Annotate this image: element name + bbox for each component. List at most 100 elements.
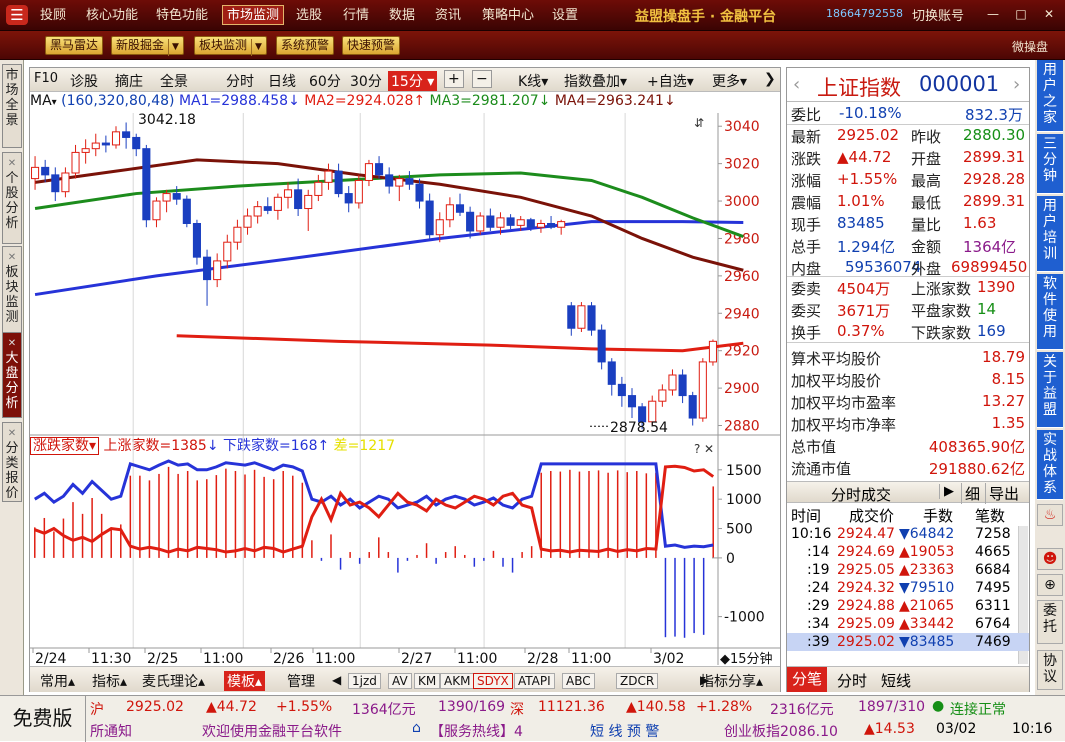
f10-button[interactable]: F10 bbox=[34, 71, 58, 86]
menu-data[interactable]: 数据 bbox=[385, 6, 419, 26]
close-icon[interactable]: ✕ bbox=[3, 250, 21, 265]
app-logo-icon[interactable]: ☰ bbox=[6, 5, 28, 25]
home-icon[interactable]: ⌂ bbox=[412, 720, 421, 736]
period-15min[interactable]: 15分 ▾ bbox=[388, 71, 438, 91]
tick-row[interactable]: :24 2924.32 ▼79510 7495 bbox=[787, 579, 1029, 597]
menu-quotes[interactable]: 行情 bbox=[339, 6, 373, 26]
zhaizhuang-button[interactable]: 摘庄 bbox=[115, 71, 143, 91]
ma-prefix[interactable]: MA bbox=[30, 93, 52, 109]
software-usage-link[interactable]: 软件使用 bbox=[1037, 274, 1063, 350]
tab-short-term[interactable]: 短线 bbox=[881, 670, 911, 691]
notice-label[interactable]: 所通知 bbox=[90, 721, 132, 741]
play-icon[interactable]: ▶ bbox=[939, 484, 954, 499]
tab-common[interactable]: 常用▴ bbox=[40, 671, 75, 691]
period-60min[interactable]: 60分 bbox=[309, 71, 341, 91]
export-button[interactable]: 导出 bbox=[985, 483, 1019, 504]
tick-row[interactable]: :19 2925.05 ▲23363 6684 bbox=[787, 561, 1029, 579]
tick-title[interactable]: 分时成交 bbox=[831, 484, 891, 505]
practice-system-link[interactable]: 实战体系 bbox=[1037, 430, 1063, 500]
prev-stock-icon[interactable]: ‹ bbox=[793, 74, 800, 95]
tab-stock-analysis[interactable]: ✕ 个股分析 bbox=[2, 152, 22, 244]
tick-row[interactable]: :14 2924.69 ▲19053 4665 bbox=[787, 543, 1029, 561]
zoom-in-button[interactable]: + bbox=[444, 70, 464, 88]
about-yimeng-link[interactable]: 关于益盟 bbox=[1037, 352, 1063, 428]
tab-km[interactable]: KM bbox=[414, 673, 441, 689]
tick-row[interactable]: :34 2925.09 ▲33442 6764 bbox=[787, 615, 1029, 633]
minimize-icon[interactable]: — bbox=[986, 7, 1000, 21]
menu-news[interactable]: 资讯 bbox=[431, 6, 465, 26]
tab-indicator-share[interactable]: 指标分享▴ bbox=[700, 671, 763, 691]
dark-horse-radar-button[interactable]: 黑马雷达 bbox=[45, 36, 104, 55]
system-alert-button[interactable]: 系统预警 bbox=[276, 36, 335, 55]
tab-market-analysis[interactable]: ✕ 大盘分析 bbox=[2, 332, 22, 418]
tab-intraday[interactable]: 分时 bbox=[837, 670, 867, 691]
tick-row[interactable]: 10:16 2924.47 ▼64842 7258 bbox=[787, 525, 1029, 543]
watchlist-dropdown[interactable]: +自选▾ bbox=[647, 71, 694, 91]
scroll-left-icon[interactable]: ◀ bbox=[332, 673, 341, 687]
chevron-down-icon[interactable]: ▼ bbox=[168, 39, 179, 56]
free-version-label[interactable]: 免费版 bbox=[0, 696, 86, 742]
menu-market-monitor[interactable]: 市场监测 bbox=[222, 5, 285, 25]
candle-body bbox=[314, 181, 323, 196]
short-term-alert[interactable]: 短 线 预 警 bbox=[590, 721, 659, 741]
period-daily[interactable]: 日线 bbox=[268, 71, 296, 91]
menu-investment-advisor[interactable]: 投顾 bbox=[36, 6, 70, 26]
tab-zdcr[interactable]: ZDCR bbox=[616, 673, 659, 689]
tab-abc[interactable]: ABC bbox=[562, 673, 595, 689]
tab-akm[interactable]: AKM bbox=[440, 673, 475, 689]
tick-row[interactable]: :39 2925.02 ▼83485 7469 bbox=[787, 633, 1029, 651]
collapse-panel-icon[interactable]: ❯ bbox=[764, 71, 776, 87]
menu-core-functions[interactable]: 核心功能 bbox=[82, 6, 142, 26]
user-home-link[interactable]: 用户之家 bbox=[1037, 60, 1063, 132]
period-intraday[interactable]: 分时 bbox=[226, 71, 254, 91]
order-button[interactable]: 委托 bbox=[1037, 600, 1063, 644]
ipo-mining-button[interactable]: 新股掘金 ▼ bbox=[111, 36, 184, 56]
tab-templates[interactable]: 模板▴ bbox=[224, 671, 266, 691]
three-minutes-link[interactable]: 三分钟 bbox=[1037, 134, 1063, 194]
tab-1jzd[interactable]: 1jzd bbox=[348, 673, 381, 689]
next-stock-icon[interactable]: › bbox=[1013, 74, 1020, 95]
tick-row[interactable]: :29 2924.88 ▲21065 6311 bbox=[787, 597, 1029, 615]
close-icon[interactable]: ✕ bbox=[3, 156, 21, 171]
zoom-out-button[interactable]: − bbox=[472, 70, 492, 88]
more-dropdown[interactable]: 更多▾ bbox=[712, 71, 747, 91]
flame-icon[interactable]: ♨ bbox=[1037, 504, 1063, 526]
close-icon[interactable]: ✕ bbox=[3, 426, 21, 441]
y-tick-label: 2940 bbox=[724, 306, 760, 322]
tab-mcs-theory[interactable]: 麦氏理论▴ bbox=[142, 671, 205, 691]
tab-atapi[interactable]: ATAPI bbox=[514, 673, 555, 689]
price-chart[interactable]: 3040302030002980296029402920290028803042… bbox=[30, 113, 780, 665]
micro-trading-link[interactable]: 微操盘 bbox=[1012, 38, 1048, 55]
panorama-button[interactable]: 全景 bbox=[160, 71, 188, 91]
switch-account-link[interactable]: 切换账号 bbox=[912, 5, 964, 24]
candle-body bbox=[182, 198, 191, 224]
close-icon[interactable]: ✕ bbox=[1042, 7, 1056, 21]
maximize-icon[interactable]: □ bbox=[1014, 7, 1028, 21]
tab-sector-monitor[interactable]: ✕ 板块监测 bbox=[2, 246, 22, 338]
tab-category-quotes[interactable]: ✕ 分类报价 bbox=[2, 422, 22, 502]
service-icon[interactable]: ☻ bbox=[1037, 548, 1063, 570]
watchlist-label: 自选 bbox=[658, 74, 687, 90]
tab-manage[interactable]: 管理 bbox=[287, 671, 315, 691]
diagnose-button[interactable]: 诊股 bbox=[70, 71, 98, 91]
close-icon[interactable]: ✕ bbox=[3, 336, 21, 351]
menu-stock-picking[interactable]: 选股 bbox=[292, 6, 326, 26]
sector-monitor-button[interactable]: 板块监测 ▼ bbox=[194, 36, 267, 56]
tab-indicators[interactable]: 指标▴ bbox=[92, 671, 127, 691]
menu-settings[interactable]: 设置 bbox=[548, 6, 582, 26]
chevron-down-icon[interactable]: ▼ bbox=[251, 39, 262, 56]
period-30min[interactable]: 30分 bbox=[350, 71, 382, 91]
menu-special-functions[interactable]: 特色功能 bbox=[152, 6, 212, 26]
tab-av[interactable]: AV bbox=[388, 673, 412, 689]
agreement-button[interactable]: 协议 bbox=[1037, 650, 1063, 690]
index-overlay-dropdown[interactable]: 指数叠加▾ bbox=[564, 71, 627, 91]
tab-ticks[interactable]: 分笔 bbox=[787, 667, 828, 692]
magnifier-icon[interactable]: ⊕ bbox=[1037, 574, 1063, 596]
tab-sdyx[interactable]: SDYX bbox=[473, 673, 513, 689]
quick-alert-button[interactable]: 快速预警 bbox=[342, 36, 401, 55]
detail-button[interactable]: 细 bbox=[961, 483, 980, 504]
user-training-link[interactable]: 用户培训 bbox=[1037, 196, 1063, 272]
tab-market-overview[interactable]: 市场全景 bbox=[2, 64, 22, 148]
menu-strategy-center[interactable]: 策略中心 bbox=[478, 6, 538, 26]
kline-dropdown[interactable]: K线▾ bbox=[518, 71, 548, 91]
